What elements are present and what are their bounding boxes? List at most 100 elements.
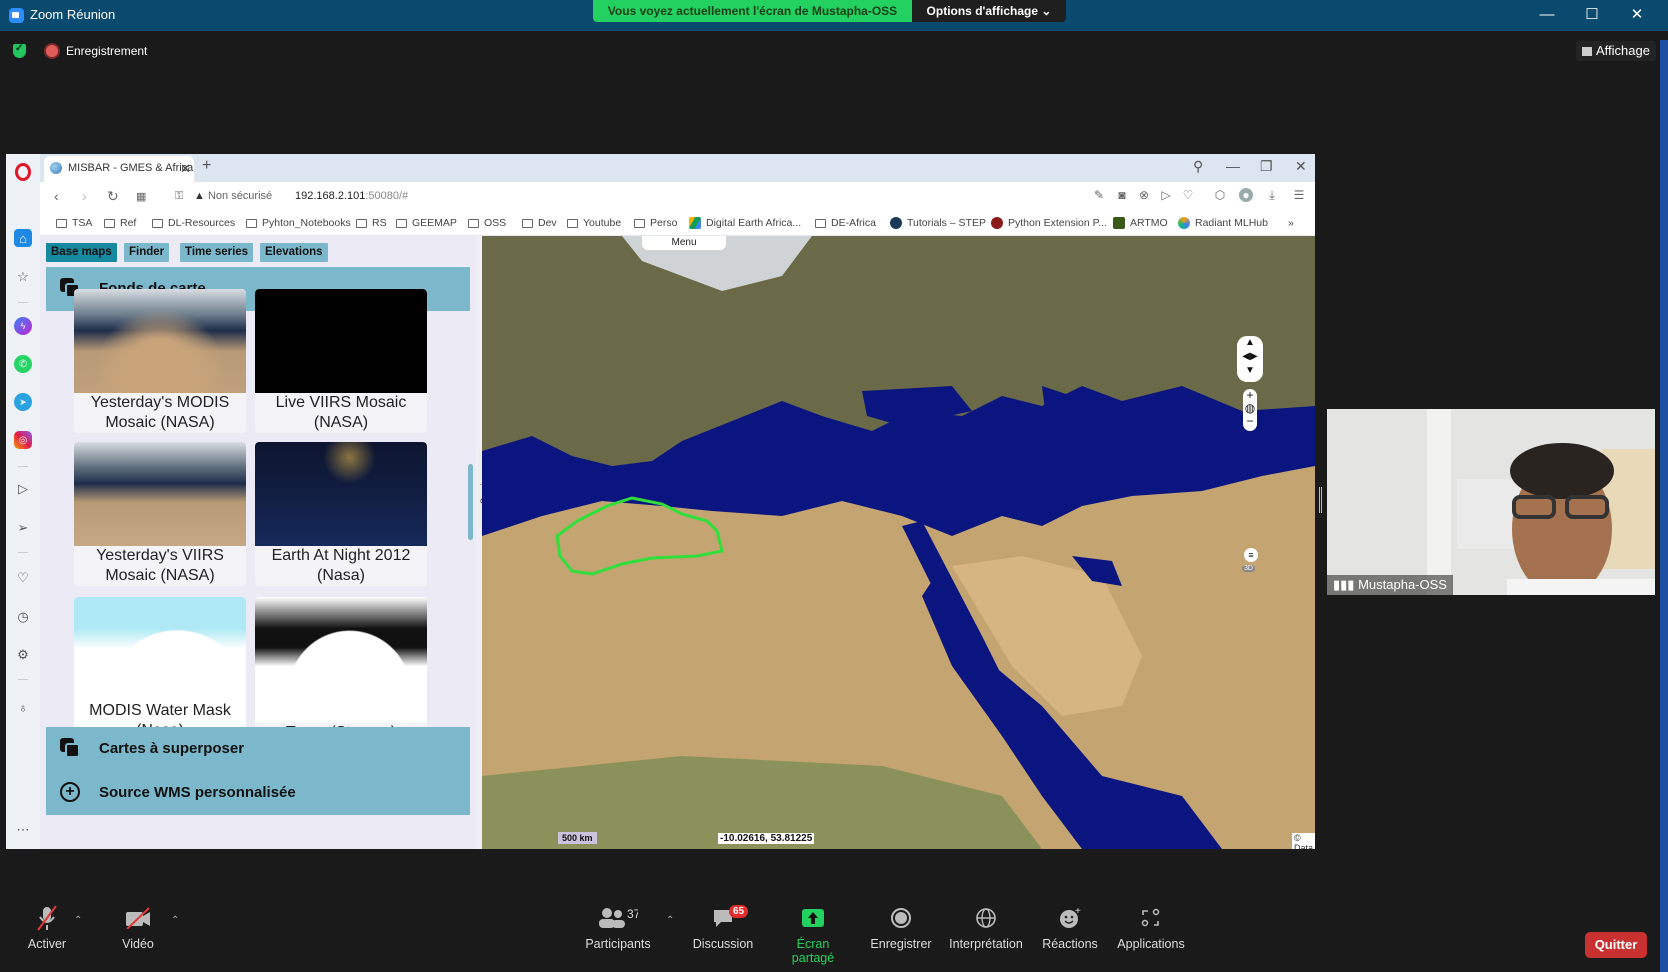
- layers-list-icon[interactable]: ≡: [1244, 548, 1258, 562]
- basemap-card[interactable]: Earth At Night 2012 (Nasa): [255, 442, 427, 586]
- whatsapp-icon[interactable]: ✆: [14, 355, 32, 373]
- home-icon[interactable]: ⌂: [14, 229, 32, 247]
- basemap-card[interactable]: MODIS Water Mask(Nasa): [74, 597, 246, 727]
- view-layout-button[interactable]: Affichage: [1576, 41, 1656, 61]
- basemap-card[interactable]: Yesterday's VIIRS Mosaic (NASA): [74, 442, 246, 586]
- zoom-control[interactable]: + ◍ −: [1243, 389, 1257, 431]
- player-icon[interactable]: ▷: [14, 480, 32, 498]
- reload-icon[interactable]: ↻: [107, 188, 119, 205]
- interpretation-button[interactable]: Interprétation: [947, 903, 1025, 951]
- download-icon[interactable]: ⤓: [1265, 188, 1279, 202]
- encryption-shield-icon[interactable]: [13, 43, 26, 58]
- video-button[interactable]: Vidéo: [115, 903, 161, 951]
- custom-wms-section-header[interactable]: + Source WMS personnalisée: [46, 771, 470, 815]
- bookmark-link[interactable]: ARTMO: [1113, 217, 1168, 229]
- settings-gear-icon[interactable]: ⚙: [14, 646, 32, 664]
- camera-icon[interactable]: ◙: [1115, 188, 1129, 202]
- participants-options-caret[interactable]: ⌃: [666, 915, 674, 926]
- opera-logo-icon[interactable]: [15, 163, 31, 181]
- url-field[interactable]: 192.168.2.101:50080/#: [295, 190, 408, 202]
- bookmark-folder[interactable]: DL-Resources: [152, 217, 235, 229]
- maximize-button[interactable]: ☐: [1577, 4, 1607, 26]
- pan-control[interactable]: ▲ ◀▶ ▼: [1237, 336, 1263, 382]
- unmute-button[interactable]: Activer: [22, 903, 72, 951]
- minimize-button[interactable]: —: [1532, 4, 1562, 26]
- basemap-card[interactable]: Yesterday's MODIS Mosaic (NASA): [74, 289, 246, 433]
- panel-splitter-handle[interactable]: [1319, 487, 1322, 513]
- bookmark-link[interactable]: Tutorials – STEP: [890, 217, 986, 229]
- bookmark-folder[interactable]: Perso: [634, 217, 677, 229]
- security-indicator[interactable]: ▲ Non sécurisé: [194, 190, 272, 202]
- quit-meeting-button[interactable]: Quitter: [1585, 932, 1647, 958]
- close-window-button[interactable]: ✕: [1622, 4, 1652, 26]
- bookmark-link[interactable]: Python Extension P...: [991, 217, 1107, 229]
- key-icon[interactable]: ⚿: [175, 190, 183, 203]
- bookmark-link[interactable]: Radiant MLHub: [1178, 217, 1268, 229]
- browser-close-button[interactable]: ✕: [1295, 158, 1307, 175]
- snapshot-edit-icon[interactable]: ✎: [1092, 188, 1106, 202]
- participant-video-tile[interactable]: ▮▮▮ Mustapha-OSS: [1327, 409, 1655, 595]
- bookmark-folder[interactable]: Dev: [522, 217, 557, 229]
- send-icon[interactable]: ➢: [14, 519, 32, 537]
- share-screen-button[interactable]: Écran partagé: [775, 903, 851, 965]
- chat-button[interactable]: 65 Discussion: [692, 903, 754, 951]
- panel-scrollbar[interactable]: [468, 464, 473, 540]
- zoom-world-icon[interactable]: ◍: [1245, 401, 1255, 415]
- bookmark-folder[interactable]: DE-Africa: [815, 217, 876, 229]
- tab-elevations[interactable]: Elevations: [260, 243, 328, 262]
- forward-button[interactable]: ›: [82, 188, 87, 204]
- lightbulb-icon[interactable]: ♁: [14, 698, 32, 716]
- messenger-icon[interactable]: ϟ: [14, 317, 32, 335]
- bookmark-folder[interactable]: GEEMAP: [396, 217, 457, 229]
- easy-setup-icon[interactable]: ☰: [1292, 188, 1306, 202]
- overlays-section-header[interactable]: Cartes à superposer: [46, 727, 470, 771]
- tabs-grid-icon[interactable]: ▦: [136, 190, 146, 203]
- record-button[interactable]: Enregistrer: [870, 903, 932, 951]
- basemap-card[interactable]: Live VIIRS Mosaic (NASA): [255, 289, 427, 433]
- apps-button[interactable]: Applications: [1116, 903, 1186, 951]
- tab-base-maps[interactable]: Base maps: [46, 243, 117, 262]
- adblock-icon[interactable]: ⊗: [1137, 188, 1151, 202]
- zoom-out-icon[interactable]: −: [1246, 414, 1253, 428]
- map-view[interactable]: Menu ▲ ◀▶ ▼ + ◍ − ≡ 3D 500 km -10.02616, 53.…: [482, 236, 1315, 849]
- tab-misbar[interactable]: MISBAR - GMES & Africa ✕: [44, 156, 194, 182]
- audio-options-caret[interactable]: ⌃: [74, 915, 82, 926]
- basemap-card[interactable]: Toner (Stamen): [255, 597, 427, 727]
- new-tab-button[interactable]: +: [202, 157, 211, 175]
- star-icon[interactable]: ☆: [14, 268, 32, 286]
- pan-left-icon[interactable]: ◀: [1242, 351, 1250, 362]
- bookmark-folder[interactable]: Ref: [104, 217, 136, 229]
- bookmark-link[interactable]: Digital Earth Africa...: [689, 217, 801, 229]
- bookmark-folder[interactable]: TSA: [56, 217, 92, 229]
- tab-time-series[interactable]: Time series: [180, 243, 254, 262]
- zoom-in-icon[interactable]: +: [1246, 388, 1253, 402]
- view-options-button[interactable]: Options d'affichage ⌄: [912, 0, 1066, 22]
- more-dots-icon[interactable]: ⋯: [14, 821, 32, 839]
- bookmark-folder[interactable]: RS: [356, 217, 387, 229]
- profile-avatar-icon[interactable]: ●: [1239, 188, 1253, 202]
- bookmarks-overflow-button[interactable]: »: [1288, 217, 1294, 229]
- heart-icon[interactable]: ♡: [14, 569, 32, 587]
- bookmark-folder[interactable]: Pyhton_Notebooks: [246, 217, 351, 229]
- browser-restore-button[interactable]: ❐: [1260, 158, 1273, 175]
- browser-minimize-button[interactable]: —: [1226, 158, 1240, 174]
- back-button[interactable]: ‹: [54, 188, 59, 204]
- search-tabs-icon[interactable]: ⚲: [1193, 158, 1203, 175]
- bookmark-folder[interactable]: Youtube: [567, 217, 621, 229]
- pan-right-icon[interactable]: ▶: [1250, 351, 1258, 362]
- tab-finder[interactable]: Finder: [124, 243, 170, 262]
- instagram-icon[interactable]: ◎: [14, 431, 32, 449]
- view-3d-button[interactable]: 3D: [1242, 565, 1255, 572]
- bookmark-folder[interactable]: OSS: [468, 217, 506, 229]
- extensions-cube-icon[interactable]: ⬡: [1213, 188, 1227, 202]
- reactions-button[interactable]: + Réactions: [1040, 903, 1100, 951]
- participants-button[interactable]: 37 Participants: [583, 903, 653, 951]
- video-options-caret[interactable]: ⌃: [171, 915, 179, 926]
- flow-send-icon[interactable]: ▷: [1159, 188, 1173, 202]
- bookmark-heart-icon[interactable]: ♡: [1181, 188, 1195, 202]
- pan-down-icon[interactable]: ▼: [1245, 365, 1255, 376]
- map-menu-button[interactable]: Menu: [642, 236, 726, 250]
- telegram-icon[interactable]: ➤: [14, 393, 32, 411]
- tab-close-icon[interactable]: ✕: [180, 161, 191, 177]
- pan-up-icon[interactable]: ▲: [1245, 337, 1255, 348]
